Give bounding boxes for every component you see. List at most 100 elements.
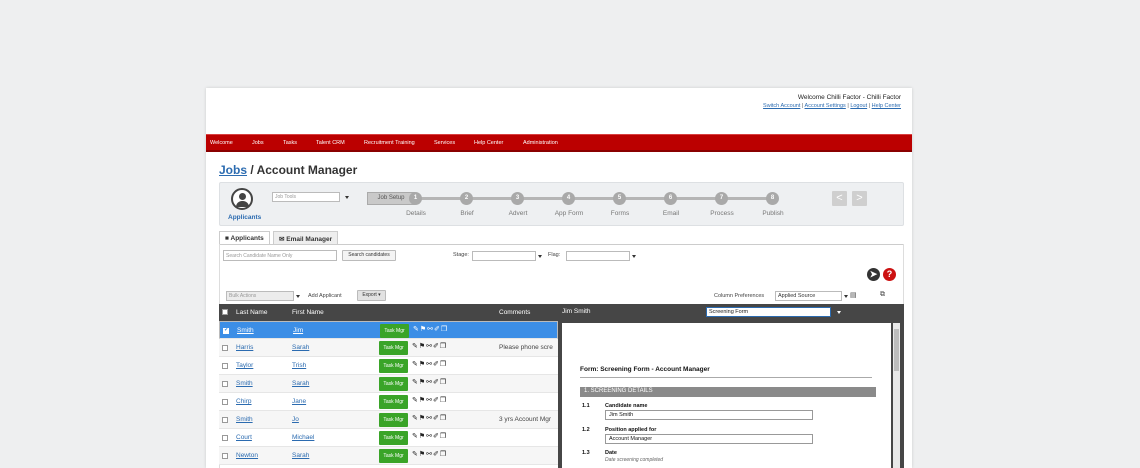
- document-scrollbar[interactable]: [893, 323, 900, 468]
- task-mgr-button[interactable]: Task Mgr: [379, 431, 408, 445]
- row-checkbox[interactable]: [222, 435, 228, 441]
- nav-recruitment-training[interactable]: Recruitment Training: [364, 140, 415, 146]
- nav-administration[interactable]: Administration: [523, 140, 558, 146]
- last-name-link[interactable]: Chirp: [236, 398, 252, 405]
- table-row[interactable]: ✓ Smith Jim Task Mgr ✎⚑⚯✐❐: [219, 321, 558, 339]
- document-icon[interactable]: ❐: [440, 361, 447, 368]
- add-applicant-link[interactable]: Add Applicant: [308, 293, 342, 299]
- attachment-icon[interactable]: ✐: [433, 379, 440, 386]
- link-icon[interactable]: ⚯: [426, 397, 433, 404]
- first-name-link[interactable]: Michael: [292, 434, 314, 441]
- document-icon[interactable]: ❐: [441, 326, 448, 333]
- link-icon[interactable]: ⚯: [426, 451, 433, 458]
- nav-welcome[interactable]: Welcome: [210, 140, 233, 146]
- column-last-name[interactable]: Last Name: [236, 309, 267, 316]
- task-mgr-button[interactable]: Task Mgr: [380, 324, 409, 338]
- last-name-link[interactable]: Taylor: [236, 362, 253, 369]
- applicants-icon[interactable]: [231, 188, 253, 210]
- candidate-name-field[interactable]: Jim Smith: [605, 410, 813, 420]
- step-advert[interactable]: 3: [511, 192, 524, 205]
- logout-link[interactable]: Logout: [850, 103, 867, 109]
- nav-services[interactable]: Services: [434, 140, 455, 146]
- candidate-search-input[interactable]: Search Candidate Name Only: [223, 250, 337, 261]
- column-first-name[interactable]: First Name: [292, 309, 324, 316]
- table-row[interactable]: Harris Sarah Task Mgr ✎⚑⚯✐❐ Please phone scr…: [219, 339, 558, 357]
- flag-select[interactable]: [566, 251, 630, 261]
- chevron-down-icon[interactable]: [837, 311, 841, 314]
- nav-jobs[interactable]: Jobs: [252, 140, 264, 146]
- prev-arrow-button[interactable]: <: [832, 191, 847, 206]
- form-select[interactable]: Screening Form: [706, 307, 831, 317]
- pencil-icon[interactable]: ✎: [412, 451, 419, 458]
- first-name-link[interactable]: Jane: [292, 398, 306, 405]
- task-mgr-button[interactable]: Task Mgr: [379, 359, 408, 373]
- nav-talent-crm[interactable]: Talent CRM: [316, 140, 345, 146]
- job-tools-select[interactable]: Job Tools: [272, 192, 340, 202]
- first-name-link[interactable]: Sarah: [292, 452, 309, 459]
- chevron-down-icon[interactable]: [296, 295, 300, 298]
- table-row[interactable]: Newton Sarah Task Mgr ✎⚑⚯✐❐: [219, 447, 558, 465]
- step-brief[interactable]: 2: [460, 192, 473, 205]
- link-icon[interactable]: ⚯: [426, 415, 433, 422]
- link-icon[interactable]: ⚯: [426, 379, 433, 386]
- nav-help-center[interactable]: Help Center: [474, 140, 503, 146]
- link-icon[interactable]: ⚯: [426, 433, 433, 440]
- last-name-link[interactable]: Smith: [237, 327, 254, 334]
- first-name-link[interactable]: Trish: [292, 362, 306, 369]
- document-icon[interactable]: ❐: [440, 433, 447, 440]
- column-comments[interactable]: Comments: [499, 309, 530, 316]
- applicants-label[interactable]: Applicants: [228, 214, 261, 221]
- scroll-thumb[interactable]: [894, 329, 899, 371]
- tab-applicants[interactable]: ■ Applicants: [219, 231, 270, 245]
- task-mgr-button[interactable]: Task Mgr: [379, 377, 408, 391]
- last-name-link[interactable]: Newton: [236, 452, 258, 459]
- pencil-icon[interactable]: ✎: [412, 343, 419, 350]
- table-row[interactable]: Chirp Jane Task Mgr ✎⚑⚯✐❐: [219, 393, 558, 411]
- account-settings-link[interactable]: Account Settings: [805, 103, 846, 109]
- first-name-link[interactable]: Sarah: [292, 344, 309, 351]
- table-row[interactable]: Smith Jo Task Mgr ✎⚑⚯✐❐ 3 yrs Account Mgr: [219, 411, 558, 429]
- pencil-icon[interactable]: ✎: [412, 415, 419, 422]
- first-name-link[interactable]: Jo: [292, 416, 299, 423]
- step-process[interactable]: 7: [715, 192, 728, 205]
- step-app-form[interactable]: 4: [562, 192, 575, 205]
- bulk-actions-select[interactable]: Bulk Actions: [226, 291, 294, 301]
- document-icon[interactable]: ❐: [440, 397, 447, 404]
- attachment-icon[interactable]: ✐: [433, 361, 440, 368]
- last-name-link[interactable]: Smith: [236, 416, 253, 423]
- step-details[interactable]: 1: [409, 192, 422, 205]
- chevron-down-icon[interactable]: [538, 255, 542, 258]
- next-arrow-button[interactable]: >: [852, 191, 867, 206]
- search-candidates-button[interactable]: Search candidates: [342, 250, 396, 261]
- row-checkbox[interactable]: [222, 453, 228, 459]
- attachment-icon[interactable]: ✐: [434, 326, 441, 333]
- pencil-icon[interactable]: ✎: [413, 326, 420, 333]
- link-icon[interactable]: ⚯: [427, 326, 434, 333]
- help-center-link[interactable]: Help Center: [872, 103, 901, 109]
- attachment-icon[interactable]: ✐: [433, 397, 440, 404]
- attachment-icon[interactable]: ✐: [433, 433, 440, 440]
- chevron-down-icon[interactable]: [844, 295, 848, 298]
- popout-icon[interactable]: ⧉: [880, 291, 885, 299]
- attachment-icon[interactable]: ✐: [433, 451, 440, 458]
- tab-email-manager[interactable]: ✉ Email Manager: [273, 231, 339, 244]
- attachment-icon[interactable]: ✐: [433, 415, 440, 422]
- chevron-down-icon[interactable]: [632, 255, 636, 258]
- document-icon[interactable]: ❐: [440, 379, 447, 386]
- save-icon[interactable]: ▤: [850, 291, 857, 299]
- attachment-icon[interactable]: ✐: [433, 343, 440, 350]
- breadcrumb-jobs[interactable]: Jobs: [219, 163, 247, 177]
- table-row[interactable]: Court Michael Task Mgr ✎⚑⚯✐❐: [219, 429, 558, 447]
- last-name-link[interactable]: Smith: [236, 380, 253, 387]
- step-publish[interactable]: 8: [766, 192, 779, 205]
- switch-account-link[interactable]: Switch Account: [763, 103, 800, 109]
- column-preferences-select[interactable]: Applied Source: [775, 291, 842, 301]
- first-name-link[interactable]: Jim: [293, 327, 303, 334]
- task-mgr-button[interactable]: Task Mgr: [379, 341, 408, 355]
- table-row[interactable]: Smith Sarah Task Mgr ✎⚑⚯✐❐: [219, 375, 558, 393]
- row-checkbox[interactable]: [222, 399, 228, 405]
- chevron-down-icon[interactable]: [345, 196, 349, 199]
- task-mgr-button[interactable]: Task Mgr: [379, 395, 408, 409]
- table-row[interactable]: Taylor Trish Task Mgr ✎⚑⚯✐❐: [219, 357, 558, 375]
- row-checkbox[interactable]: [222, 417, 228, 423]
